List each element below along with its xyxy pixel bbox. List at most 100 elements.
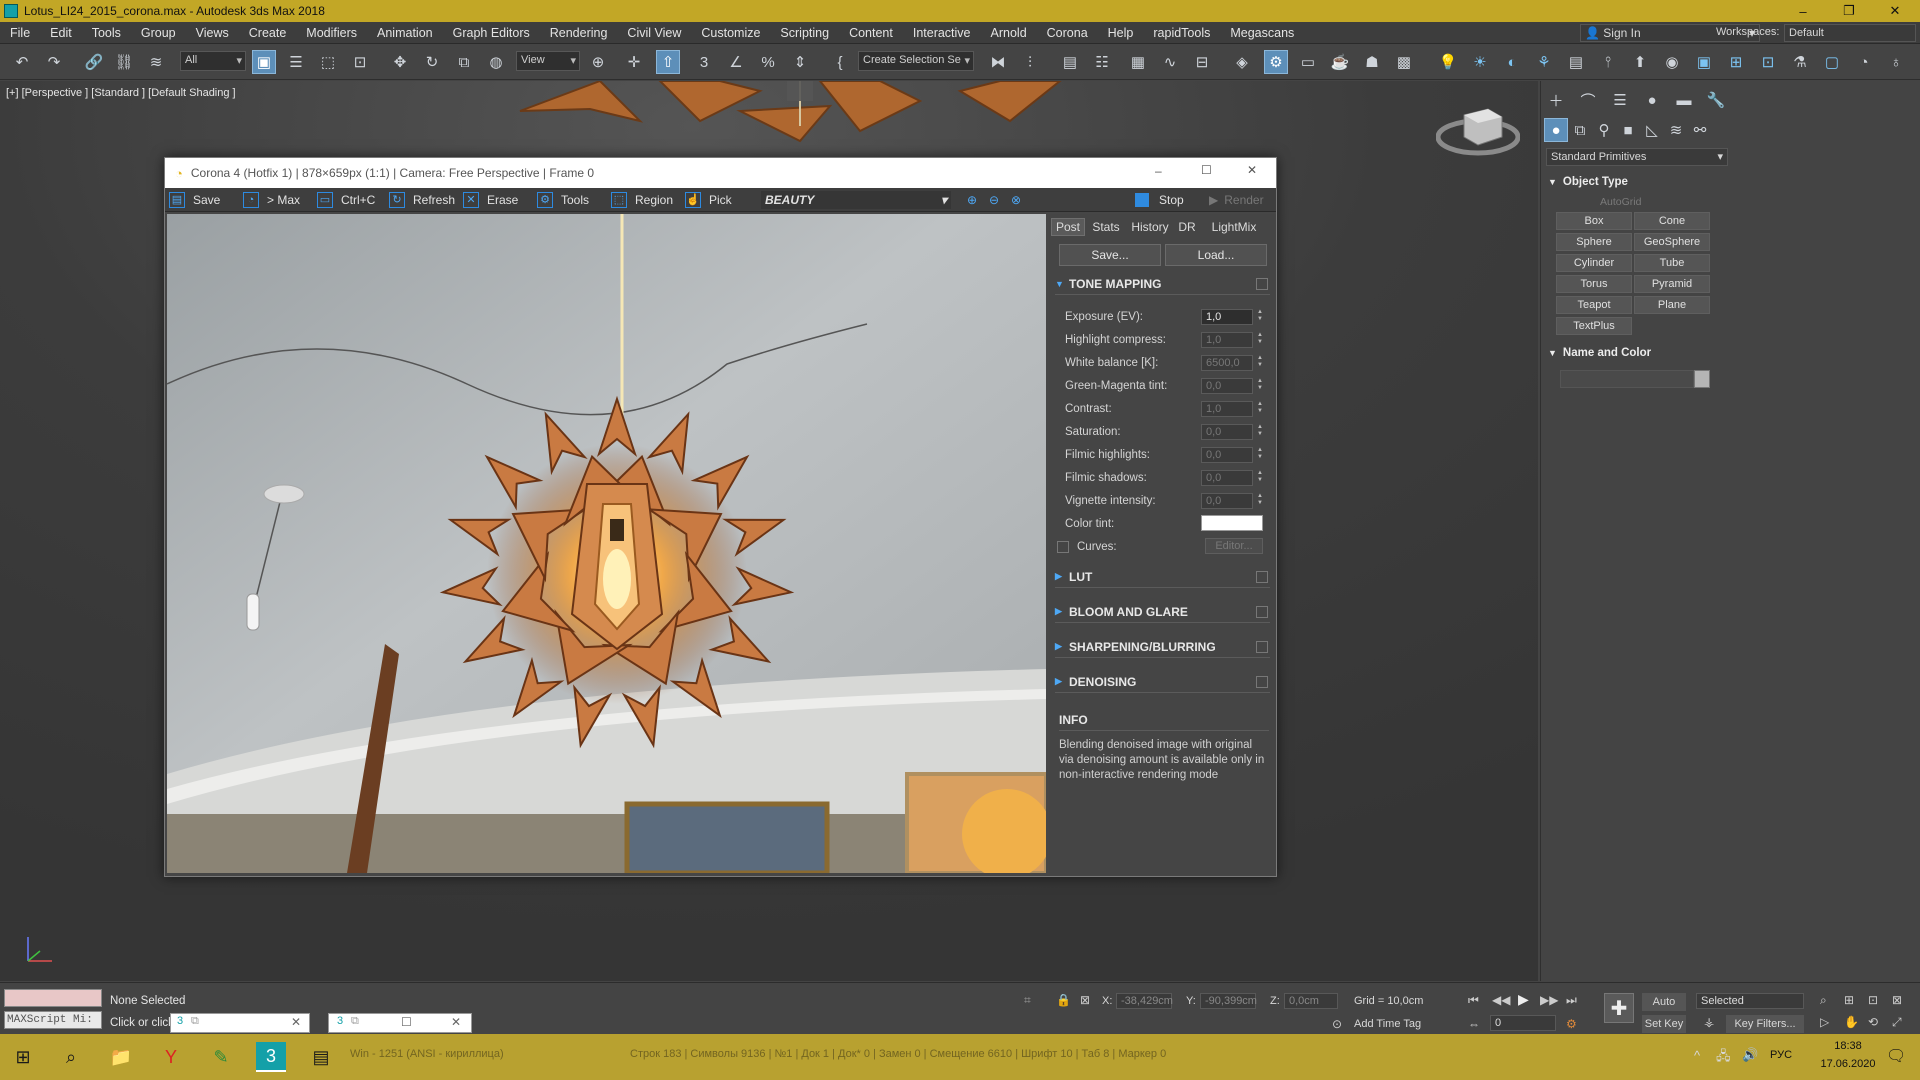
pivot-center-icon[interactable]: ⊕ [586, 50, 610, 74]
menu-modifiers[interactable]: Modifiers [296, 26, 367, 40]
zoom-in-icon[interactable]: ⊕ [967, 191, 977, 209]
viewcube[interactable] [1435, 99, 1521, 159]
modify-tab-icon[interactable]: ⌒ [1576, 88, 1600, 112]
toggle-scene-explorer-icon[interactable]: ▤ [1058, 50, 1082, 74]
menu-customize[interactable]: Customize [691, 26, 770, 40]
rectangular-selection-icon[interactable]: ⬚ [316, 50, 340, 74]
select-rotate-icon[interactable]: ↻ [420, 50, 444, 74]
select-place-icon[interactable]: ◍ [484, 50, 508, 74]
mirror-icon[interactable]: ⧓ [986, 50, 1010, 74]
search-icon[interactable]: ⌕ [56, 1042, 86, 1072]
spinner-arrows-icon[interactable]: ▲ ▼ [1257, 355, 1263, 369]
green-magenta-input[interactable]: 0,0 [1201, 377, 1253, 394]
highlight-compress-input[interactable]: 1,0 [1201, 331, 1253, 348]
orbit-icon[interactable]: ⟲ [1868, 1015, 1878, 1029]
menu-arnold[interactable]: Arnold [981, 26, 1037, 40]
denoising-section[interactable]: ▶ DENOISING [1055, 671, 1270, 693]
vignette-input[interactable]: 0,0 [1201, 492, 1253, 509]
autogrid-checkbox[interactable]: AutoGrid [1600, 196, 1641, 208]
primitive-category-dropdown[interactable]: Standard Primitives ▾ [1546, 148, 1728, 166]
bind-space-warp-icon[interactable]: ≋ [144, 50, 168, 74]
corona-pick-button[interactable]: ☝ Pick [685, 191, 732, 209]
play-icon[interactable]: ▶ [1518, 991, 1529, 1008]
workspace-dropdown[interactable]: Default [1784, 24, 1916, 42]
taskbar-preview-thumb[interactable]: 3 ⧉ ✕ [170, 1013, 310, 1033]
angle-snap-icon[interactable]: ∠ [724, 50, 748, 74]
menu-graph-editors[interactable]: Graph Editors [443, 26, 540, 40]
menu-help[interactable]: Help [1098, 26, 1144, 40]
close-icon[interactable]: ✕ [451, 1015, 461, 1029]
sharpening-checkbox[interactable] [1256, 641, 1268, 653]
plane-button[interactable]: Plane [1634, 296, 1710, 314]
named-selection-dropdown[interactable]: Create Selection Se [858, 51, 974, 71]
corona-bulb-icon[interactable]: ♁ [1884, 50, 1908, 74]
spinner-arrows-icon[interactable]: ▲ ▼ [1257, 309, 1263, 323]
y-coordinate-input[interactable]: -90,399cm [1200, 993, 1257, 1009]
corona-stop-button[interactable]: Stop [1135, 191, 1184, 209]
selection-lock-icon[interactable]: 🔒 [1056, 993, 1071, 1007]
document-icon[interactable]: ▤ [306, 1042, 336, 1072]
pyramid-button[interactable]: Pyramid [1634, 275, 1710, 293]
z-coordinate-input[interactable]: 0,0cm [1284, 993, 1338, 1009]
3dsmax-taskbar-icon[interactable]: 3 [256, 1042, 286, 1072]
corona-erase-button[interactable]: ✕ Erase [463, 191, 518, 209]
object-color-swatch[interactable] [1694, 370, 1710, 388]
corona-sun-icon[interactable]: ☀ [1468, 50, 1492, 74]
zoom-all-icon[interactable]: ⊞ [1844, 993, 1854, 1007]
next-frame-icon[interactable]: ▶▶ [1540, 993, 1558, 1007]
tab-lightmix[interactable]: LightMix [1203, 218, 1265, 236]
yandex-browser-icon[interactable]: Y [156, 1042, 186, 1072]
tab-stats[interactable]: Stats [1089, 218, 1123, 236]
sphere-button[interactable]: Sphere [1556, 233, 1632, 251]
edit-named-selection-icon[interactable]: { [828, 50, 852, 74]
render-production-icon[interactable]: ☕ [1328, 50, 1352, 74]
torus-button[interactable]: Torus [1556, 275, 1632, 293]
select-manipulate-icon[interactable]: ✛ [622, 50, 646, 74]
corona-tools-icon[interactable]: ⚗ [1788, 50, 1812, 74]
clock-time[interactable]: 18:38 [1818, 1040, 1878, 1052]
teapot-button[interactable]: Teapot [1556, 296, 1632, 314]
tube-button[interactable]: Tube [1634, 254, 1710, 272]
toggle-ribbon-icon[interactable]: ▦ [1126, 50, 1150, 74]
viewport-label[interactable]: [+] [Perspective ] [Standard ] [Default … [6, 87, 236, 99]
menu-scripting[interactable]: Scripting [770, 26, 839, 40]
tab-post[interactable]: Post [1051, 218, 1085, 236]
corona-proxy-icon[interactable]: ◐ [1500, 50, 1524, 74]
corona-toolbar-icon[interactable]: ⫯ [1596, 50, 1620, 74]
saturation-input[interactable]: 0,0 [1201, 423, 1253, 440]
network-icon[interactable]: 🖧 [1716, 1047, 1731, 1069]
box-button[interactable]: Box [1556, 212, 1632, 230]
reference-coordinate-dropdown[interactable]: View [516, 51, 580, 71]
color-tint-swatch[interactable] [1201, 515, 1263, 531]
post-load-button[interactable]: Load... [1165, 244, 1267, 266]
systems-icon[interactable]: ⚯ [1688, 118, 1712, 142]
previous-frame-icon[interactable]: ◀◀ [1492, 993, 1510, 1007]
go-to-end-icon[interactable]: ⏭ [1566, 993, 1577, 1008]
zoom-fit-icon[interactable]: ⊗ [1011, 191, 1021, 209]
corona-render-button[interactable]: ▶ Render [1209, 191, 1264, 209]
sharpening-blurring-section[interactable]: ▶ SHARPENING/BLURRING [1055, 636, 1270, 658]
utilities-tab-icon[interactable]: 🔧 [1704, 88, 1728, 112]
lut-checkbox[interactable] [1256, 571, 1268, 583]
maxscript-mini-listener[interactable]: MAXScript Mi: [4, 1011, 102, 1029]
zoom-out-icon[interactable]: ⊖ [989, 191, 999, 209]
isolate-selection-icon[interactable]: ⌗ [1024, 993, 1031, 1008]
cylinder-button[interactable]: Cylinder [1556, 254, 1632, 272]
close-icon[interactable]: ✕ [291, 1015, 301, 1029]
key-filter-icon[interactable]: ⚶ [1704, 1015, 1714, 1029]
tab-history[interactable]: History [1127, 218, 1173, 236]
shapes-icon[interactable]: ⧉ [1568, 118, 1592, 142]
corona-maximize-button[interactable]: ☐ [1201, 163, 1212, 177]
filmic-shadows-input[interactable]: 0,0 [1201, 469, 1253, 486]
add-time-tag-button[interactable]: Add Time Tag [1354, 1018, 1421, 1030]
bloom-and-glare-section[interactable]: ▶ BLOOM AND GLARE [1055, 601, 1270, 623]
pan-view-icon[interactable]: ✋ [1844, 1015, 1859, 1029]
selection-filter-dropdown[interactable]: All [180, 51, 246, 71]
clock-date[interactable]: 17.06.2020 [1812, 1058, 1884, 1070]
menu-group[interactable]: Group [131, 26, 186, 40]
corona-to-max-button[interactable]: ◔ > Max [243, 191, 300, 209]
zoom-icon[interactable]: ⌕ [1820, 993, 1827, 1008]
notifications-icon[interactable]: 🗨 [1886, 1046, 1906, 1066]
corona-frame-icon[interactable]: ▢ [1820, 50, 1844, 74]
key-mode-toggle-icon[interactable]: ⇔ [1468, 1017, 1480, 1031]
